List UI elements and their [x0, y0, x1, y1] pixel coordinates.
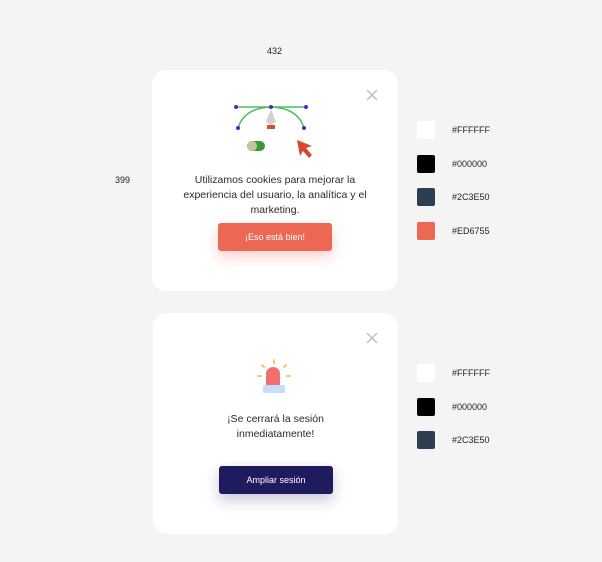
- swatch-navy: [417, 431, 435, 449]
- swatch-label: #2C3E50: [452, 192, 490, 202]
- session-message-line2: inmediatamente!: [236, 428, 315, 440]
- swatch-label: #2C3E50: [452, 435, 490, 445]
- swatch-label: #ED6755: [452, 226, 490, 236]
- swatch-label: #000000: [452, 159, 488, 169]
- swatch-white: [417, 364, 435, 382]
- close-icon[interactable]: [366, 332, 378, 344]
- swatch-white: [417, 121, 435, 139]
- swatch-label: #FFFFFF: [452, 125, 490, 135]
- cookie-dialog: Utilizamos cookies para mejorar la exper…: [152, 70, 398, 291]
- session-message-line1: ¡Se cerrará la sesión: [227, 413, 324, 425]
- swatch-black: [417, 155, 435, 173]
- siren-alarm-icon: [257, 359, 291, 393]
- width-label: 432: [267, 46, 283, 56]
- session-message: ¡Se cerrará la sesión inmediatamente!: [153, 412, 398, 442]
- cookie-message: Utilizamos cookies para mejorar la exper…: [183, 174, 367, 216]
- swatch-label: #FFFFFF: [452, 368, 490, 378]
- close-icon[interactable]: [366, 89, 378, 101]
- swatch-label: #000000: [452, 402, 488, 412]
- swatch-coral: [417, 222, 435, 240]
- swatch-navy: [417, 188, 435, 206]
- extend-session-button[interactable]: Ampliar sesión: [219, 466, 333, 494]
- accept-cookies-button[interactable]: ¡Eso está bien!: [218, 223, 332, 251]
- pen-tool-illustration-icon: [234, 105, 312, 158]
- height-label: 399: [115, 175, 131, 185]
- session-dialog: ¡Se cerrará la sesión inmediatamente! Am…: [153, 313, 398, 534]
- swatch-black: [417, 398, 435, 416]
